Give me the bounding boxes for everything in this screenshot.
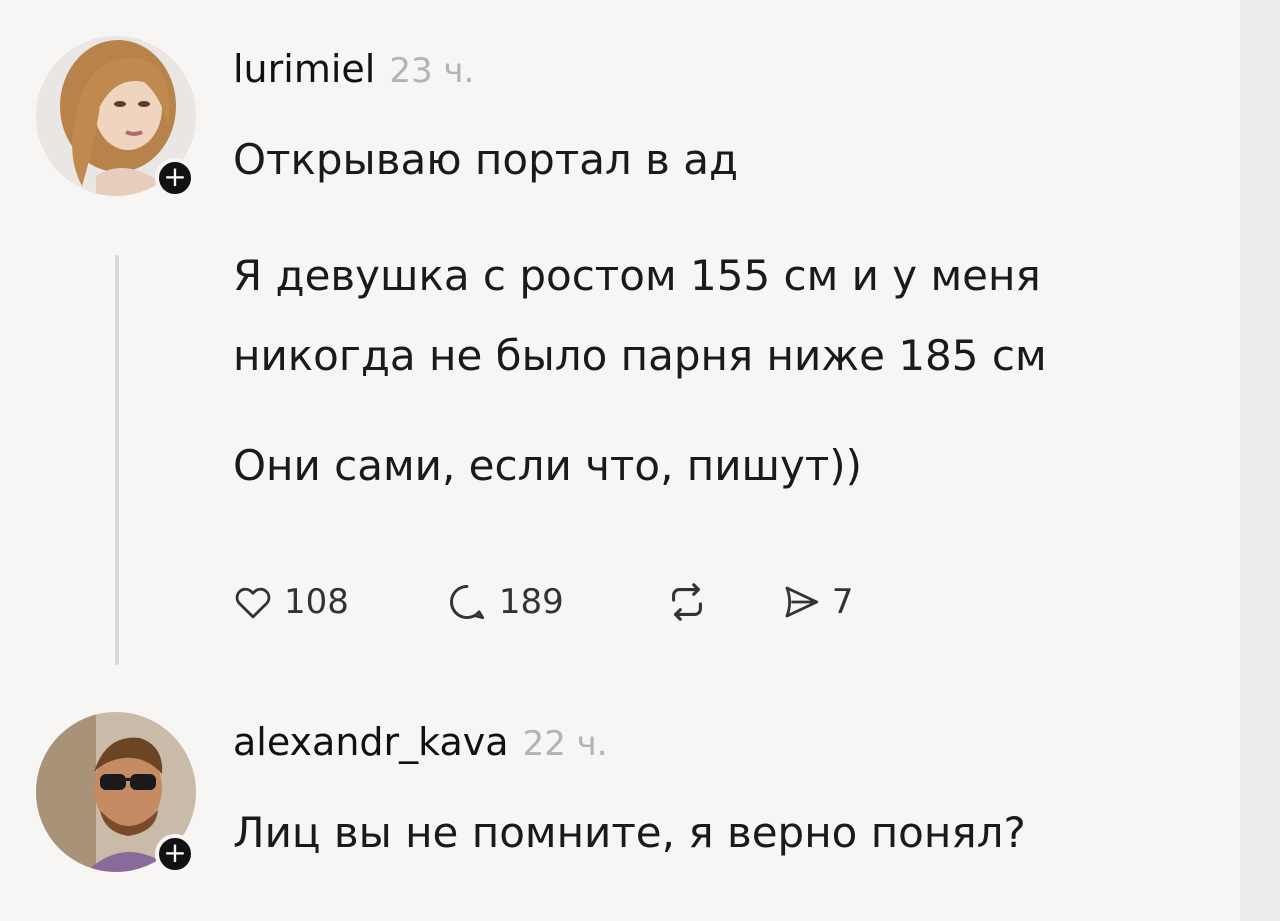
thread-line xyxy=(115,255,119,665)
repost-button[interactable] xyxy=(664,579,710,625)
username-text[interactable]: lurimiel xyxy=(233,47,375,91)
reply-text: Лиц вы не помните, я верно понял? xyxy=(233,808,1026,857)
repost-icon xyxy=(664,579,710,625)
heart-icon xyxy=(232,581,274,623)
like-button[interactable]: 108 xyxy=(232,581,349,623)
post-username[interactable]: lurimiel 23 ч. xyxy=(233,47,474,91)
send-icon xyxy=(780,581,822,623)
post-paragraph-1: Открываю портал в ад xyxy=(233,135,739,184)
right-edge-panel xyxy=(1240,0,1280,921)
send-button[interactable]: 7 xyxy=(780,581,854,623)
comment-count: 189 xyxy=(498,582,564,622)
reply-time: 22 ч. xyxy=(522,724,608,764)
post-time: 23 ч. xyxy=(389,51,475,91)
share-count: 7 xyxy=(831,582,854,622)
post-paragraph-3: Они сами, если что, пишут)) xyxy=(233,441,863,490)
post-actions: 108 189 7 xyxy=(232,572,853,632)
comment-button[interactable]: 189 xyxy=(445,580,564,624)
reply-username[interactable]: alexandr_kava 22 ч. xyxy=(233,720,608,764)
follow-plus-icon[interactable]: + xyxy=(155,158,195,198)
like-count: 108 xyxy=(284,582,349,622)
username-text[interactable]: alexandr_kava xyxy=(233,720,509,764)
post-paragraph-2-line-1: Я девушка с ростом 155 см и у меня xyxy=(233,251,1041,300)
follow-plus-icon[interactable]: + xyxy=(155,834,195,874)
post-paragraph-2-line-2: никогда не было парня ниже 185 см xyxy=(233,331,1047,380)
comment-icon xyxy=(445,580,489,624)
